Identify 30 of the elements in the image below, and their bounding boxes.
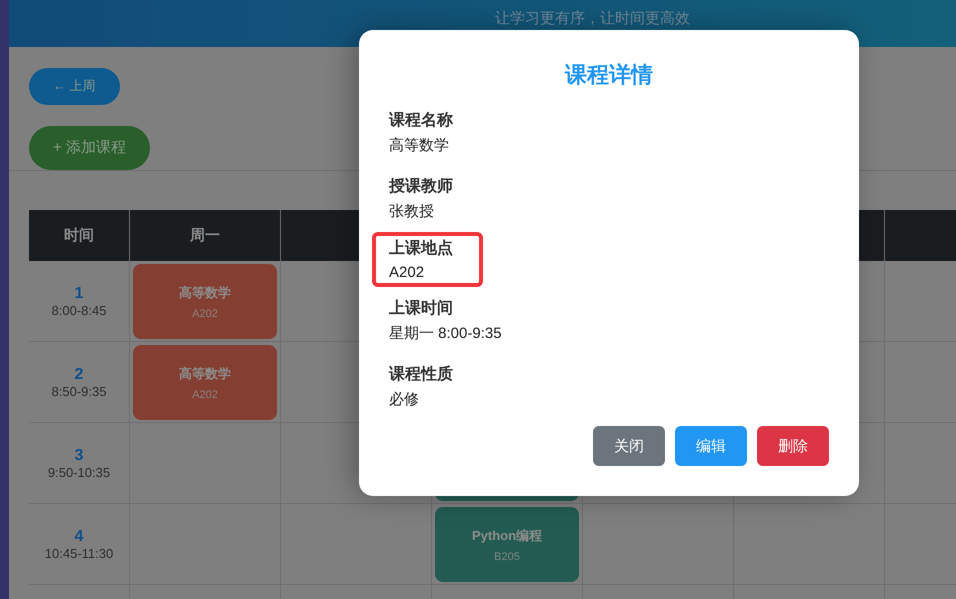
field-value: 必修 <box>389 390 419 409</box>
field-value: 高等数学 <box>389 136 449 155</box>
field-label: 课程名称 <box>389 110 453 131</box>
field-label: 上课时间 <box>389 298 453 319</box>
delete-button[interactable]: 删除 <box>757 426 829 466</box>
field-value: A202 <box>389 264 424 281</box>
field-label: 上课地点 <box>389 238 453 259</box>
period-number: 2 <box>74 366 84 384</box>
course-card[interactable]: Python编程 B205 <box>435 507 579 582</box>
field-value: 张教授 <box>389 202 434 221</box>
dialog-title: 课程详情 <box>564 61 654 89</box>
period-time: 8:50-9:35 <box>52 384 106 398</box>
period-time: 9:50-10:35 <box>48 464 110 480</box>
course-card[interactable]: 高等数学 A202 <box>133 345 277 420</box>
period-number: 4 <box>74 528 84 546</box>
period-number: 3 <box>74 446 84 464</box>
add-course-button[interactable]: + 添加课程 <box>29 126 150 170</box>
edit-button[interactable]: 编辑 <box>675 426 747 466</box>
field-label: 课程性质 <box>389 364 453 385</box>
field-value: 星期一 8:00-9:35 <box>389 324 502 343</box>
previous-week-button[interactable]: ← 上周 <box>29 68 120 105</box>
column-header: 时间 <box>29 210 130 261</box>
field-label: 授课教师 <box>389 176 453 197</box>
period-number: 1 <box>74 284 84 302</box>
subtitle: 让学习更有序，让时间更高效 <box>495 9 690 28</box>
course-card[interactable]: 高等数学 A202 <box>133 264 277 339</box>
close-button[interactable]: 关闭 <box>593 426 665 466</box>
column-header: 周一 <box>130 210 281 261</box>
period-time: 10:45-11:30 <box>44 546 114 560</box>
period-time: 8:00-8:45 <box>52 302 106 318</box>
